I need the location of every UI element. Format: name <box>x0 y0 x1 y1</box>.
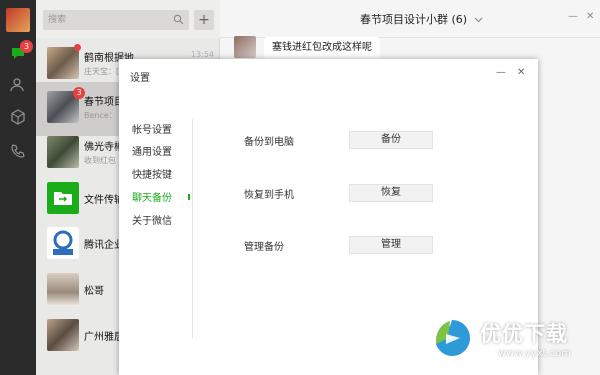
watermark-text: 优优下载 <box>480 322 568 346</box>
search-row: 搜索 + <box>36 0 220 38</box>
tencent-logo-icon <box>47 227 79 259</box>
chat-title[interactable]: 春节项目设计小群 (6) <box>360 11 483 27</box>
menu-item-general[interactable]: 通用设置 <box>132 143 172 158</box>
chat-name: 广州雅居 <box>84 332 124 343</box>
nav-bar: 3 <box>0 0 36 375</box>
selected-indicator <box>188 194 190 200</box>
backup-to-pc-label: 备份到电脑 <box>244 137 294 148</box>
chat-name: 腾讯企业 <box>84 240 124 251</box>
search-input[interactable]: 搜索 <box>43 10 189 30</box>
watermark-url: www.yyxt.com <box>498 348 572 359</box>
chat-badge: 3 <box>20 40 33 53</box>
file-transfer-icon <box>47 182 79 214</box>
restore-button[interactable]: 恢复 <box>349 184 433 202</box>
user-avatar[interactable] <box>6 8 30 32</box>
manage-button[interactable]: 管理 <box>349 236 433 254</box>
minimize-icon[interactable]: — <box>568 11 578 22</box>
chat-time: 13:54 <box>190 50 214 59</box>
close-icon[interactable]: ✕ <box>586 11 594 22</box>
menu-divider <box>192 119 193 339</box>
watermark: 优优下载 www.yyxt.com <box>430 310 600 370</box>
chat-name: 文件传输 <box>84 195 124 206</box>
group-avatar <box>47 136 79 168</box>
watermark-logo-icon <box>435 320 470 356</box>
favorites-icon[interactable] <box>9 108 27 126</box>
unread-dot <box>74 44 81 51</box>
chat-name: 松哥 <box>84 286 104 297</box>
menu-item-chat-backup[interactable]: 聊天备份 <box>132 189 172 204</box>
chevron-down-icon <box>474 17 483 23</box>
dialog-minimize-icon[interactable]: — <box>496 67 506 78</box>
chat-name: 春节项目 <box>84 97 124 108</box>
restore-to-phone-label: 恢复到手机 <box>244 190 294 201</box>
calls-icon[interactable] <box>9 142 27 160</box>
message-bubble: 塞钱进红包改成这样呢 <box>264 37 380 59</box>
contact-avatar <box>47 273 79 305</box>
chat-preview: 庄天宝：[ <box>84 67 120 76</box>
chat-title-text: 春节项目设计小群 (6) <box>360 13 468 26</box>
group-avatar <box>47 319 79 351</box>
dialog-title: 设置 <box>130 73 150 84</box>
sender-avatar[interactable] <box>234 36 256 58</box>
chat-preview: Bence： <box>84 111 117 120</box>
menu-item-shortcuts[interactable]: 快捷按键 <box>132 166 172 181</box>
add-button[interactable]: + <box>194 10 214 30</box>
menu-item-about[interactable]: 关于微信 <box>132 212 172 227</box>
manage-backup-label: 管理备份 <box>244 242 284 253</box>
search-icon <box>173 14 184 25</box>
menu-item-account[interactable]: 帐号设置 <box>132 121 172 136</box>
dialog-close-icon[interactable]: ✕ <box>517 67 525 78</box>
chat-name: 佛光寺彬 <box>84 142 124 153</box>
group-avatar <box>47 47 79 79</box>
chat-preview: 收到红包 <box>84 156 116 165</box>
search-placeholder: 搜索 <box>48 15 67 25</box>
contacts-icon[interactable] <box>9 76 27 94</box>
chat-header: 春节项目设计小群 (6) — ✕ <box>220 0 600 38</box>
backup-button[interactable]: 备份 <box>349 131 433 149</box>
